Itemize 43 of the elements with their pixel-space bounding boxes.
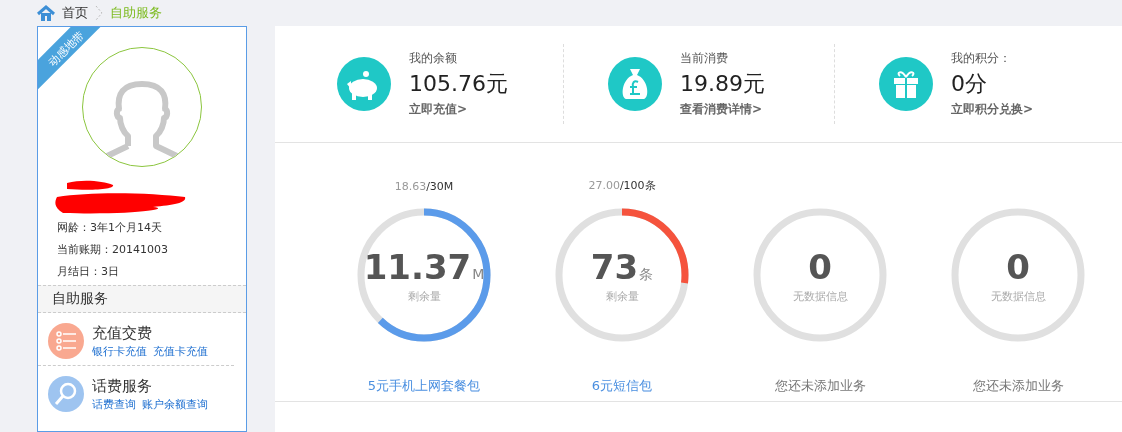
gauge-caption: 剩余量 bbox=[605, 289, 639, 304]
home-icon bbox=[36, 4, 56, 22]
account-info-text: 当前账期：20141003 bbox=[56, 242, 169, 258]
package-link[interactable]: 6元短信包 bbox=[591, 377, 653, 395]
stat-value: 0分 bbox=[951, 70, 988, 98]
service-link[interactable]: 账户余额查询 bbox=[142, 396, 208, 412]
service-title[interactable]: 话费服务 bbox=[92, 376, 208, 396]
account-info-text: 网龄：3年1个月14天 bbox=[56, 220, 163, 236]
stat-label: 我的余额 bbox=[409, 50, 458, 67]
gauge-value: 0 bbox=[808, 246, 832, 289]
stat-link[interactable]: 查看消费详情> bbox=[680, 101, 765, 118]
stat-value: 105.76元 bbox=[409, 70, 508, 98]
gauge-value: 0 bbox=[1006, 246, 1030, 289]
usage-text: 18.63/30M bbox=[394, 180, 454, 193]
gift-icon bbox=[879, 57, 933, 111]
piggy-bank-icon bbox=[337, 57, 391, 111]
search-icon bbox=[48, 376, 84, 412]
gauge-caption: 无数据信息 bbox=[990, 289, 1046, 304]
service-link[interactable]: 充值卡充值 bbox=[153, 343, 208, 359]
stat-label: 我的积分： bbox=[951, 50, 1012, 67]
gauge-caption: 无数据信息 bbox=[792, 289, 848, 304]
gauge-value: 11.37 bbox=[363, 246, 472, 289]
list-icon bbox=[48, 323, 84, 359]
stat-label: 当前消费 bbox=[680, 50, 729, 67]
stat-link[interactable]: 立即充值> bbox=[409, 101, 508, 118]
package-note: 您还未添加业务 bbox=[972, 377, 1064, 395]
package-note: 您还未添加业务 bbox=[774, 377, 866, 395]
package-link[interactable]: 5元手机上网套餐包 bbox=[367, 377, 481, 395]
gauge-unit: M bbox=[472, 266, 485, 282]
usage-text: 27.00/100条 bbox=[588, 178, 656, 193]
gauge-caption: 剩余量 bbox=[407, 289, 441, 304]
service-title[interactable]: 充值交费 bbox=[92, 323, 208, 343]
chevron-icon bbox=[94, 4, 104, 22]
account-info-text: 月结日：3日 bbox=[56, 264, 120, 280]
service-link[interactable]: 银行卡充值 bbox=[92, 343, 147, 359]
gauge-value: 73 bbox=[590, 246, 639, 289]
section-header: 自助服务 bbox=[38, 285, 246, 313]
breadcrumb-link[interactable]: 首页 bbox=[62, 4, 88, 22]
stat-value: 19.89元 bbox=[680, 70, 765, 98]
stat-link[interactable]: 立即积分兑换> bbox=[951, 101, 1034, 118]
gauge-unit: 条 bbox=[639, 266, 654, 284]
money-bag-icon bbox=[608, 57, 662, 111]
service-link[interactable]: 话费查询 bbox=[92, 396, 136, 412]
